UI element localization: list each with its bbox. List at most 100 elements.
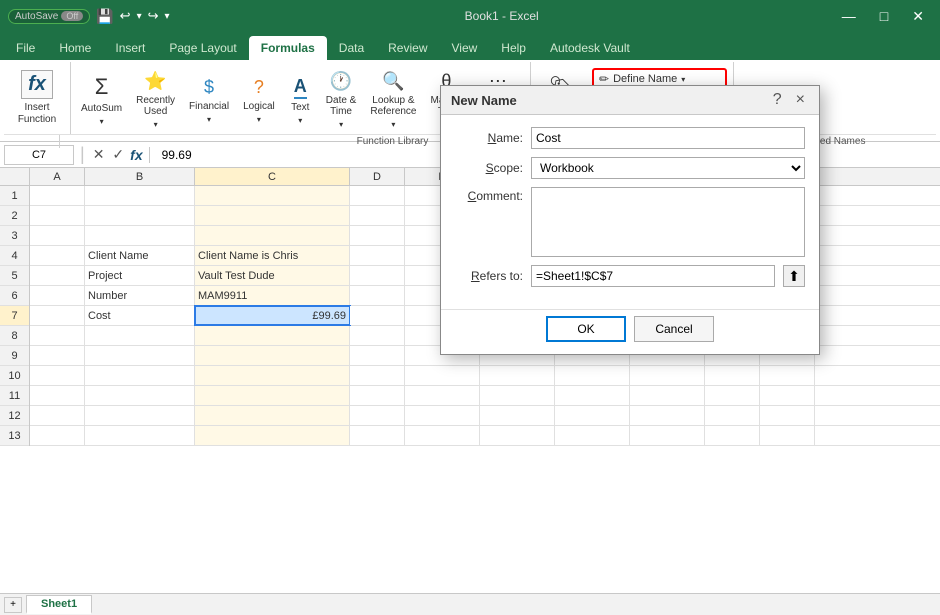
col-header-d[interactable]: D xyxy=(350,168,405,185)
cell-a9[interactable] xyxy=(30,346,85,365)
cell-a8[interactable] xyxy=(30,326,85,345)
logical-button[interactable]: ? Logical ▾ xyxy=(237,73,281,128)
cell-b8[interactable] xyxy=(85,326,195,345)
cell-b5[interactable]: Project xyxy=(85,266,195,285)
cell-a2[interactable] xyxy=(30,206,85,225)
text-button[interactable]: A Text ▾ xyxy=(283,72,318,129)
cell-c7[interactable]: £99.69 xyxy=(195,306,350,325)
cell-d3[interactable] xyxy=(350,226,405,245)
cell-b3[interactable] xyxy=(85,226,195,245)
cell-d12[interactable] xyxy=(350,406,405,425)
cell-b10[interactable] xyxy=(85,366,195,385)
dialog-range-selector-button[interactable]: ⬆ xyxy=(783,265,805,287)
cell-a10[interactable] xyxy=(30,366,85,385)
cell-h11[interactable] xyxy=(630,386,705,405)
row-num-12[interactable]: 12 xyxy=(0,406,29,426)
cell-c9[interactable] xyxy=(195,346,350,365)
row-num-6[interactable]: 6 xyxy=(0,286,29,306)
tab-autodesk-vault[interactable]: Autodesk Vault xyxy=(538,36,642,60)
cell-e12[interactable] xyxy=(405,406,480,425)
autosum-button[interactable]: Σ AutoSum ▾ xyxy=(75,70,128,130)
cell-b1[interactable] xyxy=(85,186,195,205)
cell-g11[interactable] xyxy=(555,386,630,405)
cell-j11[interactable] xyxy=(760,386,815,405)
customize-icon[interactable]: ▾ xyxy=(165,11,170,22)
cell-e11[interactable] xyxy=(405,386,480,405)
tab-insert[interactable]: Insert xyxy=(103,36,157,60)
cell-a3[interactable] xyxy=(30,226,85,245)
cell-d5[interactable] xyxy=(350,266,405,285)
cell-d2[interactable] xyxy=(350,206,405,225)
tab-view[interactable]: View xyxy=(440,36,490,60)
cell-c6[interactable]: MAM9911 xyxy=(195,286,350,305)
undo-icon[interactable]: ↩ xyxy=(120,8,131,24)
row-num-11[interactable]: 11 xyxy=(0,386,29,406)
cell-b4[interactable]: Client Name xyxy=(85,246,195,265)
cell-j12[interactable] xyxy=(760,406,815,425)
cell-g13[interactable] xyxy=(555,426,630,445)
dialog-help-button[interactable]: ? xyxy=(769,92,786,108)
cell-d11[interactable] xyxy=(350,386,405,405)
cell-f11[interactable] xyxy=(480,386,555,405)
cell-j10[interactable] xyxy=(760,366,815,385)
cell-f13[interactable] xyxy=(480,426,555,445)
cell-a12[interactable] xyxy=(30,406,85,425)
col-header-b[interactable]: B xyxy=(85,168,195,185)
minimize-button[interactable]: — xyxy=(834,6,864,27)
cell-d9[interactable] xyxy=(350,346,405,365)
cell-j13[interactable] xyxy=(760,426,815,445)
cell-a6[interactable] xyxy=(30,286,85,305)
row-num-5[interactable]: 5 xyxy=(0,266,29,286)
dialog-refers-input[interactable] xyxy=(531,265,775,287)
tab-data[interactable]: Data xyxy=(327,36,376,60)
cell-c8[interactable] xyxy=(195,326,350,345)
cell-a5[interactable] xyxy=(30,266,85,285)
close-button[interactable]: ✕ xyxy=(904,6,932,27)
insert-function-button[interactable]: fx InsertFunction xyxy=(12,66,62,130)
tab-page-layout[interactable]: Page Layout xyxy=(157,36,248,60)
row-num-10[interactable]: 10 xyxy=(0,366,29,386)
cell-b13[interactable] xyxy=(85,426,195,445)
cell-d4[interactable] xyxy=(350,246,405,265)
cell-f10[interactable] xyxy=(480,366,555,385)
cell-i11[interactable] xyxy=(705,386,760,405)
cell-d7[interactable] xyxy=(350,306,405,325)
cell-c13[interactable] xyxy=(195,426,350,445)
row-num-3[interactable]: 3 xyxy=(0,226,29,246)
date-time-button[interactable]: 🕐 Date &Time ▾ xyxy=(320,67,363,133)
dialog-name-input[interactable] xyxy=(531,127,805,149)
lookup-ref-button[interactable]: 🔍 Lookup &Reference ▾ xyxy=(364,67,422,133)
save-icon[interactable]: 💾 xyxy=(96,8,113,25)
dialog-comment-textarea[interactable] xyxy=(531,187,805,257)
dialog-scope-select[interactable]: Workbook Sheet1 xyxy=(531,157,805,179)
cell-a1[interactable] xyxy=(30,186,85,205)
cell-d8[interactable] xyxy=(350,326,405,345)
cell-a4[interactable] xyxy=(30,246,85,265)
cell-b6[interactable]: Number xyxy=(85,286,195,305)
redo-icon[interactable]: ↪ xyxy=(148,8,159,24)
row-num-2[interactable]: 2 xyxy=(0,206,29,226)
cell-c10[interactable] xyxy=(195,366,350,385)
cell-a13[interactable] xyxy=(30,426,85,445)
cell-b11[interactable] xyxy=(85,386,195,405)
cell-d13[interactable] xyxy=(350,426,405,445)
cell-c12[interactable] xyxy=(195,406,350,425)
cell-d6[interactable] xyxy=(350,286,405,305)
row-num-13[interactable]: 13 xyxy=(0,426,29,446)
cell-b12[interactable] xyxy=(85,406,195,425)
sheet-tab-sheet1[interactable]: Sheet1 xyxy=(26,595,92,614)
cell-h10[interactable] xyxy=(630,366,705,385)
tab-file[interactable]: File xyxy=(4,36,47,60)
col-header-c[interactable]: C xyxy=(195,168,350,185)
cell-c4[interactable]: Client Name is Chris xyxy=(195,246,350,265)
tab-home[interactable]: Home xyxy=(47,36,103,60)
cell-h12[interactable] xyxy=(630,406,705,425)
dialog-close-button[interactable]: × xyxy=(792,92,809,108)
cell-g10[interactable] xyxy=(555,366,630,385)
cell-f12[interactable] xyxy=(480,406,555,425)
tab-review[interactable]: Review xyxy=(376,36,439,60)
cell-c2[interactable] xyxy=(195,206,350,225)
cell-i12[interactable] xyxy=(705,406,760,425)
row-num-9[interactable]: 9 xyxy=(0,346,29,366)
cell-c5[interactable]: Vault Test Dude xyxy=(195,266,350,285)
